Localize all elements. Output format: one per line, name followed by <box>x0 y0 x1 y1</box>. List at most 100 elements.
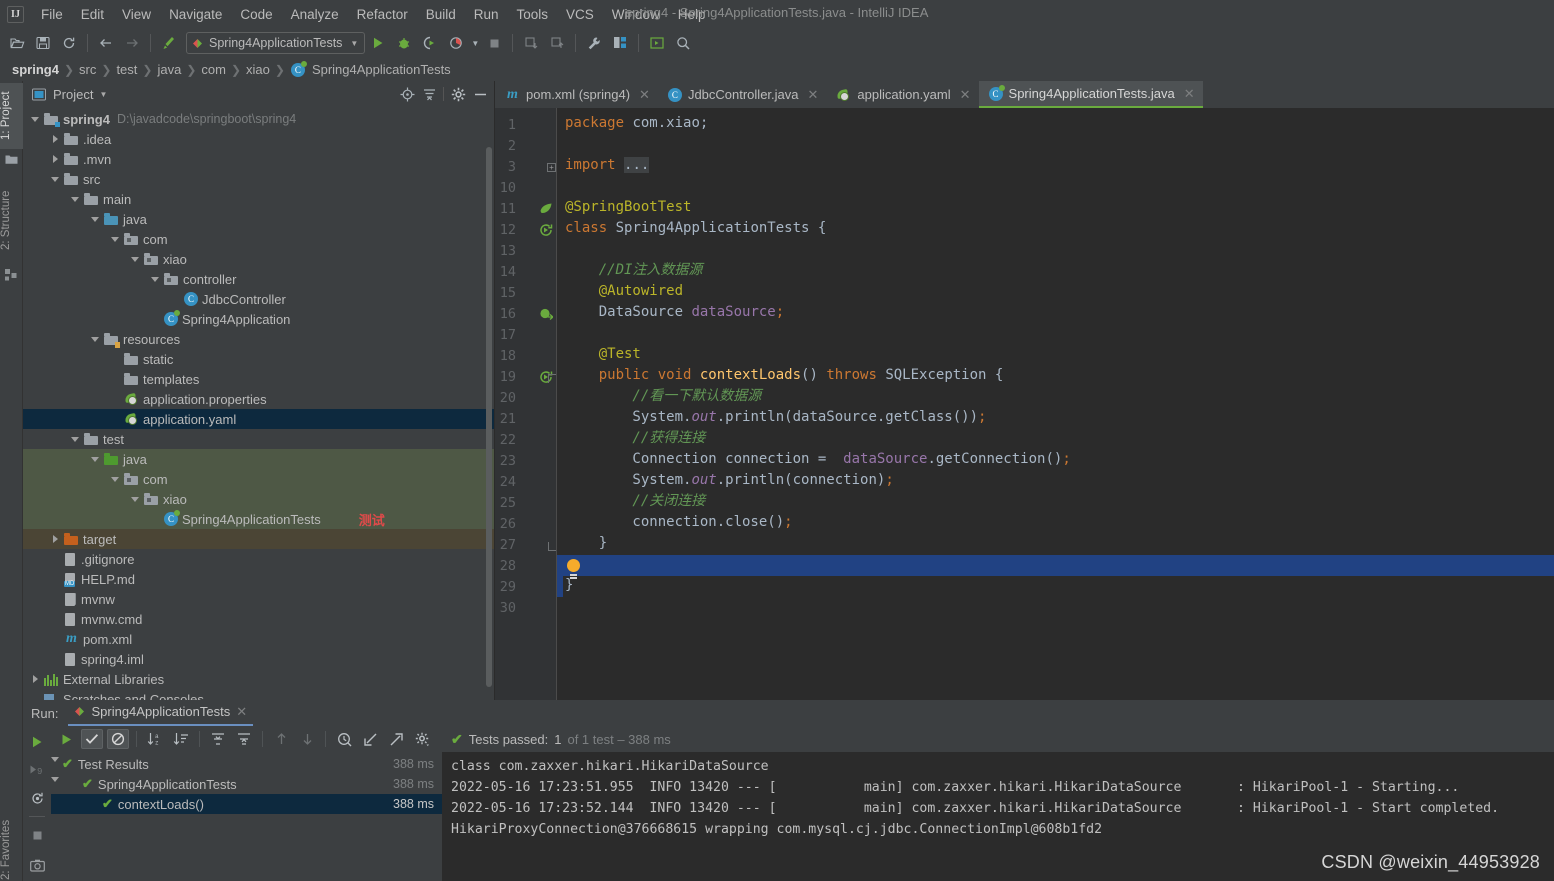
menu-item-view[interactable]: View <box>113 4 160 25</box>
tree-node-application-yaml[interactable]: application.yaml <box>23 409 494 429</box>
tree-node-spring4[interactable]: spring4 D:\javadcode\springboot\spring4 <box>23 109 494 129</box>
profile-icon[interactable] <box>443 31 469 55</box>
stop-icon[interactable] <box>26 825 48 845</box>
code-fold-bracket[interactable] <box>548 542 556 551</box>
code-line[interactable]: package com.xiao; <box>565 113 708 134</box>
code-line[interactable]: //关闭连接 <box>565 491 705 512</box>
code-editor[interactable]: 1 2 3 10 11 12 13 14 15 16 17 18 19 20 21 22 23 24 25 26 27 2… <box>495 108 1554 700</box>
tree-node-java[interactable]: java <box>23 449 494 469</box>
menu-item-code[interactable]: Code <box>231 4 281 25</box>
breadcrumb-item-com[interactable]: com <box>199 62 228 77</box>
tree-node-jdbccontroller[interactable]: C JdbcController <box>23 289 494 309</box>
commit-icon[interactable] <box>544 31 570 55</box>
tree-node-spring4application[interactable]: C Spring4Application <box>23 309 494 329</box>
chevron-down-icon[interactable] <box>91 454 102 465</box>
run-test-gutter-icon[interactable] <box>539 223 553 237</box>
sidebar-tab-favorites[interactable]: 2: Favorites <box>0 810 23 881</box>
tree-node-spring4applicationtests[interactable]: C Spring4ApplicationTests 测试 <box>23 509 494 529</box>
code-line[interactable]: //DI注入数据源 <box>565 260 703 281</box>
code-line[interactable]: DataSource dataSource; <box>565 302 784 323</box>
code-line[interactable]: } <box>565 533 607 554</box>
tree-node-controller[interactable]: controller <box>23 269 494 289</box>
rerun-tests-icon[interactable] <box>55 729 77 749</box>
tree-node-spring4-iml[interactable]: spring4.iml <box>23 649 494 669</box>
chevron-down-icon[interactable] <box>91 214 102 225</box>
chevron-down-icon[interactable]: ▼ <box>99 90 107 99</box>
chevron-right-icon[interactable] <box>51 154 62 165</box>
editor-tab-spring4applicationtests-java[interactable]: C Spring4ApplicationTests.java ✕ <box>978 81 1203 108</box>
chevron-down-icon[interactable] <box>91 334 102 345</box>
breadcrumb-item-spring4applicationtests[interactable]: Spring4ApplicationTests <box>310 62 453 77</box>
project-structure-icon[interactable] <box>607 31 633 55</box>
breadcrumb-item-spring4[interactable]: spring4 <box>10 62 61 77</box>
show-passed-tests-toggle[interactable] <box>81 729 103 749</box>
stop-icon[interactable] <box>481 31 507 55</box>
code-line[interactable]: class Spring4ApplicationTests { <box>565 218 826 239</box>
rerun-icon[interactable] <box>26 732 48 752</box>
forward-arrow-icon[interactable] <box>119 31 145 55</box>
breadcrumb-item-xiao[interactable]: xiao <box>244 62 272 77</box>
code-line[interactable]: //获得连接 <box>565 428 705 449</box>
editor-gutter[interactable]: 1 2 3 10 11 12 13 14 15 16 17 18 19 20 21 22 23 24 25 26 27 2… <box>495 108 557 700</box>
menu-item-run[interactable]: Run <box>465 4 508 25</box>
expand-all-icon[interactable] <box>207 729 229 749</box>
tree-node-xiao[interactable]: xiao <box>23 489 494 509</box>
tree-node--gitignore[interactable]: .gitignore <box>23 549 494 569</box>
close-icon[interactable]: ✕ <box>960 87 971 103</box>
code-fold-bracket[interactable] <box>548 374 556 383</box>
tree-node-application-properties[interactable]: application.properties <box>23 389 494 409</box>
tree-node-pom-xml[interactable]: m pom.xml <box>23 629 494 649</box>
debug-icon[interactable] <box>391 31 417 55</box>
tree-node-static[interactable]: static <box>23 349 494 369</box>
prev-test-icon[interactable] <box>270 729 292 749</box>
chevron-down-icon[interactable] <box>31 114 42 125</box>
code-line[interactable]: } <box>565 575 573 596</box>
chevron-down-icon[interactable] <box>111 234 122 245</box>
tree-node-templates[interactable]: templates <box>23 369 494 389</box>
chevron-down-icon[interactable] <box>111 474 122 485</box>
editor-tab-jdbccontroller-java[interactable]: C JdbcController.java ✕ <box>658 81 826 108</box>
close-icon[interactable]: ✕ <box>1184 86 1195 102</box>
run-with-coverage-icon[interactable] <box>417 31 443 55</box>
test-settings-icon[interactable] <box>411 729 433 749</box>
code-line[interactable]: @Test <box>565 344 641 365</box>
test-node-spring4applicationtests[interactable]: ✔ Spring4ApplicationTests 388 ms <box>51 774 442 794</box>
console-output[interactable]: class com.zaxxer.hikari.HikariDataSource… <box>443 752 1554 881</box>
import-tests-icon[interactable] <box>359 729 381 749</box>
run-configuration-selector[interactable]: Spring4ApplicationTests ▼ <box>186 32 366 54</box>
tree-node--idea[interactable]: .idea <box>23 129 494 149</box>
menu-item-help[interactable]: Help <box>669 4 715 25</box>
code-lines[interactable]: package com.xiao; import ... @SpringBoot… <box>557 108 1554 700</box>
tree-node-mvnw-cmd[interactable]: mvnw.cmd <box>23 609 494 629</box>
code-line[interactable]: System.out.println(connection); <box>565 470 893 491</box>
chevron-right-icon[interactable] <box>31 674 42 685</box>
sort-alphabetically-icon[interactable]: az <box>144 729 166 749</box>
code-line[interactable] <box>565 596 573 617</box>
menu-item-vcs[interactable]: VCS <box>557 4 603 25</box>
breadcrumb-item-test[interactable]: test <box>114 62 139 77</box>
project-tree[interactable]: spring4 D:\javadcode\springboot\spring4 .i… <box>23 107 494 700</box>
code-line[interactable]: System.out.println(dataSource.getClass()… <box>565 407 986 428</box>
next-test-icon[interactable] <box>296 729 318 749</box>
chevron-down-icon[interactable] <box>131 494 142 505</box>
tree-node-external-libraries[interactable]: External Libraries <box>23 669 494 689</box>
editor-tab-pom-xml-spring4-[interactable]: m pom.xml (spring4) ✕ <box>495 81 658 108</box>
test-results-tree[interactable]: ✔ Test Results 388 ms ✔ Spring4ApplicationTe… <box>51 752 443 881</box>
chevron-down-icon[interactable] <box>71 434 82 445</box>
menu-item-window[interactable]: Window <box>603 4 669 25</box>
gear-icon[interactable] <box>450 86 466 102</box>
sidebar-tab-structure[interactable]: 2: Structure <box>0 177 23 263</box>
code-line[interactable] <box>565 323 573 344</box>
test-node-contextloads-[interactable]: ✔ contextLoads() 388 ms <box>51 794 442 814</box>
menu-item-build[interactable]: Build <box>417 4 465 25</box>
tree-node-target[interactable]: target <box>23 529 494 549</box>
menu-item-edit[interactable]: Edit <box>72 4 113 25</box>
update-project-icon[interactable] <box>518 31 544 55</box>
menu-item-file[interactable]: File <box>32 4 72 25</box>
tree-node-java[interactable]: java <box>23 209 494 229</box>
tree-node--mvn[interactable]: .mvn <box>23 149 494 169</box>
open-folder-icon[interactable] <box>4 31 30 55</box>
spring-bean-gutter-icon[interactable] <box>539 307 554 321</box>
menu-item-refactor[interactable]: Refactor <box>348 4 417 25</box>
code-line[interactable]: Connection connection = dataSource.getCo… <box>565 449 1070 470</box>
